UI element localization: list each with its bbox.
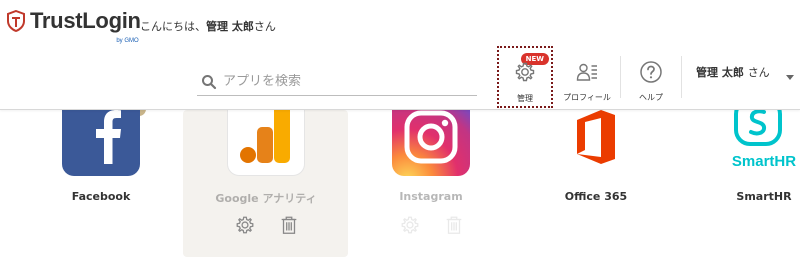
trustlogin-logo[interactable]: TrustLogin by GMO	[6, 10, 141, 45]
app-name: Google アナリティ	[215, 192, 317, 205]
app-actions	[399, 214, 465, 236]
logo-subtext: by GMO	[116, 38, 139, 44]
greeting-text: こんにちは、管理 太郎さん	[140, 20, 276, 33]
nav-profile-button[interactable]: プロフィール	[555, 46, 619, 108]
search-input[interactable]	[223, 74, 463, 89]
app-name: SmartHR	[736, 190, 792, 203]
app-grid: Facebook Google アナリティ Instagram Office 3…	[0, 98, 800, 257]
app-name: Instagram	[399, 190, 463, 203]
chevron-down-icon[interactable]	[786, 75, 794, 80]
search-icon	[202, 74, 217, 89]
greeting-user-name: 管理 太郎	[206, 20, 254, 33]
app-actions	[234, 214, 300, 236]
user-menu[interactable]: 管理 太郎 さん	[696, 64, 770, 80]
nav-divider	[681, 56, 682, 98]
gear-icon	[515, 62, 535, 82]
gear-icon[interactable]	[234, 214, 256, 236]
help-icon	[640, 61, 662, 83]
app-name: Office 365	[564, 190, 628, 203]
nav-help-label: ヘルプ	[639, 93, 663, 102]
gear-icon[interactable]	[399, 214, 421, 236]
nav-profile-label: プロフィール	[563, 93, 611, 102]
logo-text: TrustLogin by GMO	[30, 10, 141, 45]
app-search-bar[interactable]	[197, 68, 477, 96]
app-name: Facebook	[71, 190, 131, 203]
nav-admin-label: 管理	[517, 94, 533, 103]
profile-icon	[576, 63, 597, 81]
user-menu-name: 管理 太郎	[696, 66, 744, 79]
nav-admin-button[interactable]: NEW 管理	[497, 46, 553, 108]
trash-icon[interactable]	[443, 214, 465, 236]
nav-help-button[interactable]: ヘルプ	[622, 46, 680, 108]
trash-icon[interactable]	[278, 214, 300, 236]
nav-divider	[620, 56, 621, 98]
header-bar: TrustLoginby GMO こんにちは、管理 太郎さん NEW 管理 プロ…	[0, 0, 800, 110]
logo-mark-icon	[7, 10, 25, 32]
svg-text:SmartHR: SmartHR	[732, 153, 796, 170]
